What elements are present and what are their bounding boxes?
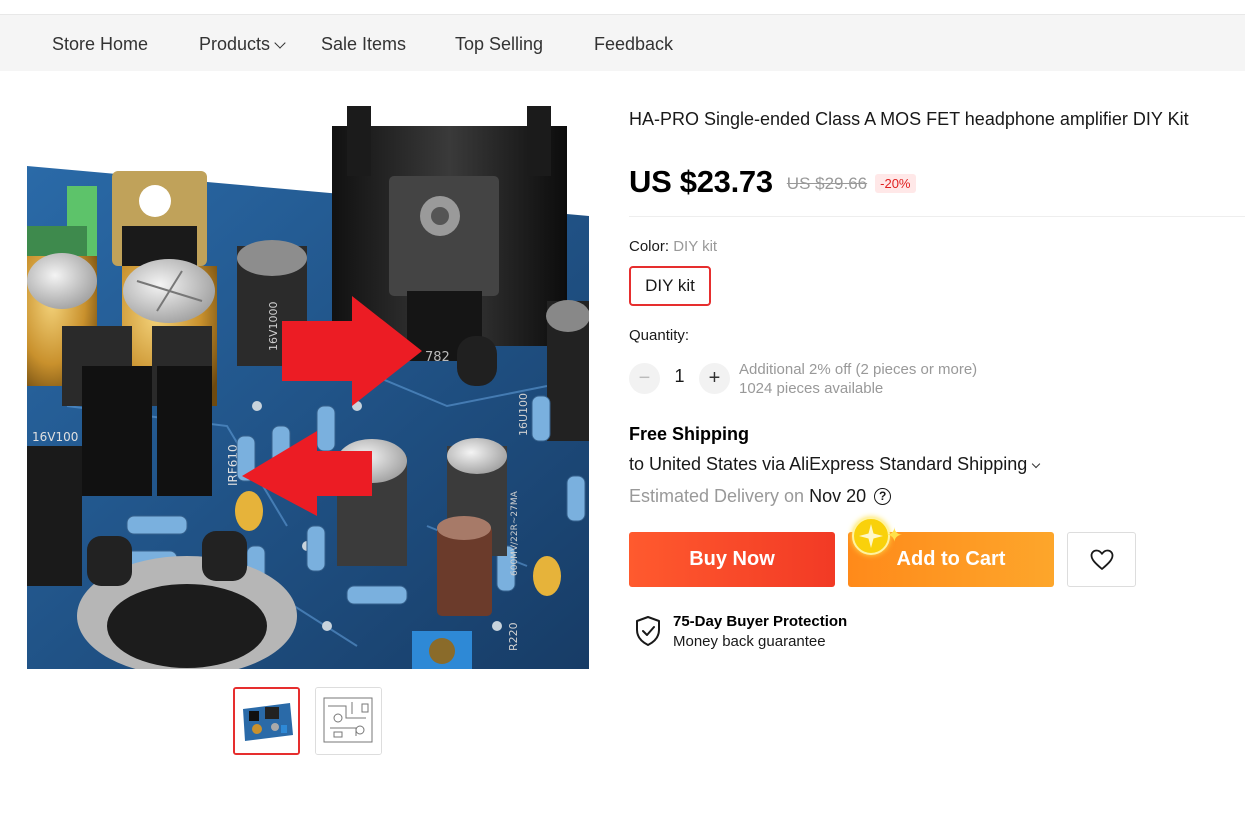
nav-products[interactable]: Products (199, 15, 286, 71)
board-label-cap2: 16U100 (517, 393, 530, 436)
color-label-text: Color: (629, 238, 674, 255)
board-label-cap1: 16V1000 (267, 301, 280, 351)
circuit-board-illustration: 16V1000 782 16U100 IRF610 16V100 600MV/2… (27, 106, 589, 669)
thumbnail-1[interactable] (233, 687, 300, 755)
delivery-label: Estimated Delivery on (629, 486, 805, 506)
product-title: HA-PRO Single-ended Class A MOS FET head… (629, 109, 1189, 129)
quantity-notes: Additional 2% off (2 pieces or more) 102… (739, 360, 977, 398)
shipping-method-text: to United States via AliExpress Standard… (629, 454, 1028, 474)
nav-products-label: Products (199, 34, 271, 54)
store-navbar: Store Home Products Sale Items Top Selli… (0, 15, 1245, 71)
buy-now-button[interactable]: Buy Now (629, 532, 835, 587)
nav-top-selling-label: Top Selling (455, 34, 544, 54)
sparkle-small-icon: ✦ (886, 525, 903, 547)
shipping-title: Free Shipping (629, 424, 750, 444)
sparkle-star-shape (859, 524, 883, 548)
price-divider (629, 216, 1245, 217)
shipping-method-selector[interactable]: to United States via AliExpress Standard… (629, 454, 1041, 475)
quantity-increase-button[interactable]: + (699, 363, 730, 394)
color-selected-value: DIY kit (673, 238, 718, 255)
sku-option-diy-kit[interactable]: DIY kit (629, 266, 711, 306)
price-row: US $23.73 US $29.66 -20% (629, 162, 916, 202)
estimated-delivery: Estimated Delivery on Nov 20 ? (629, 486, 892, 507)
chevron-down-icon (1031, 459, 1041, 469)
product-main-image[interactable]: 16V1000 782 16U100 IRF610 16V100 600MV/2… (27, 106, 589, 669)
delivery-date: Nov 20 (809, 486, 867, 506)
original-price: US $29.66 (786, 174, 868, 193)
nav-top-selling[interactable]: Top Selling (455, 15, 543, 71)
board-label-cap5: R220 (507, 622, 520, 651)
color-label: Color: DIY kit (629, 238, 717, 255)
thumbnail-2[interactable] (315, 687, 382, 755)
nav-store-home[interactable]: Store Home (52, 15, 148, 71)
question-icon[interactable]: ? (874, 488, 892, 505)
board-label-cap3: 16V100 (32, 430, 78, 444)
board-label-cap4: 600MV/22R~27MA (510, 490, 520, 576)
nav-feedback-label: Feedback (594, 34, 674, 54)
nav-sale-items-label: Sale Items (321, 34, 407, 54)
nav-store-home-label: Store Home (52, 34, 149, 54)
nav-sale-items[interactable]: Sale Items (321, 15, 406, 71)
stock-available: 1024 pieces available (739, 380, 884, 397)
current-price: US $23.73 (629, 164, 773, 199)
shield-check-icon (636, 616, 660, 646)
chevron-down-icon (274, 37, 286, 49)
buyer-protection-title: 75-Day Buyer Protection (673, 613, 848, 630)
buyer-protection-subtitle: Money back guarantee (673, 633, 826, 650)
nav-feedback[interactable]: Feedback (594, 15, 673, 71)
quantity-label: Quantity: (629, 327, 690, 344)
heart-icon (1090, 549, 1113, 570)
quantity-decrease-button[interactable]: − (629, 363, 660, 394)
bulk-discount-note: Additional 2% off (2 pieces or more) (739, 361, 978, 378)
thumbnail-board-image (235, 689, 298, 753)
discount-badge: -20% (875, 173, 916, 193)
quantity-value[interactable]: 1 (660, 366, 699, 387)
sparkle-icon (852, 517, 890, 555)
thumbnail-schematic-image (316, 688, 381, 754)
board-label-reg: 782 (425, 350, 450, 365)
wishlist-button[interactable] (1067, 532, 1136, 587)
